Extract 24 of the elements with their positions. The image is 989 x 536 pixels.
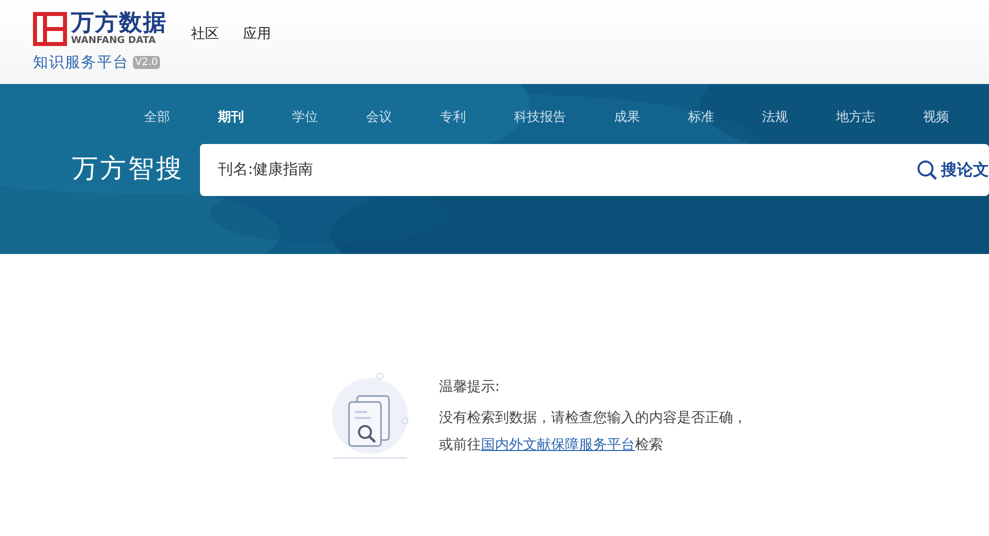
category-tab[interactable]: 标准 xyxy=(688,108,714,128)
category-tab[interactable]: 全部 xyxy=(144,108,170,128)
nav-link[interactable]: 社区 xyxy=(191,24,219,44)
category-tab[interactable]: 专利 xyxy=(440,108,466,128)
category-tab[interactable]: 视频 xyxy=(923,108,949,128)
category-tab[interactable]: 法规 xyxy=(762,108,788,128)
category-tab[interactable]: 地方志 xyxy=(836,108,875,128)
notice-text: 或前往国内外文献保障服务平台检索 xyxy=(439,436,664,454)
search-button[interactable]: 搜论文 xyxy=(917,158,989,182)
category-tab[interactable]: 学位 xyxy=(292,108,318,128)
category-tab[interactable]: 期刊 xyxy=(218,108,244,128)
brand-title: 万方智搜 xyxy=(72,153,184,186)
notice-text: 没有检索到数据，请检查您输入的内容是否正确， xyxy=(439,408,747,428)
notice-title: 温馨提示: xyxy=(439,378,501,396)
platform-link[interactable]: 国内外文献保障服务平台 xyxy=(481,436,635,452)
category-tab[interactable]: 成果 xyxy=(614,108,640,128)
search-field[interactable]: 刊名:健康指南 搜论文 xyxy=(200,144,989,196)
nav-link[interactable]: 应用 xyxy=(243,24,271,44)
version-label: V2.0 xyxy=(133,56,160,68)
category-tab[interactable]: 科技报告 xyxy=(514,108,566,128)
logo-subtitle: 知识服务平台 xyxy=(33,52,129,73)
logo-name: 万方数据 xyxy=(71,10,167,35)
logo-english: WANFANG DATA xyxy=(71,34,157,47)
category-tab[interactable]: 会议 xyxy=(366,108,392,128)
